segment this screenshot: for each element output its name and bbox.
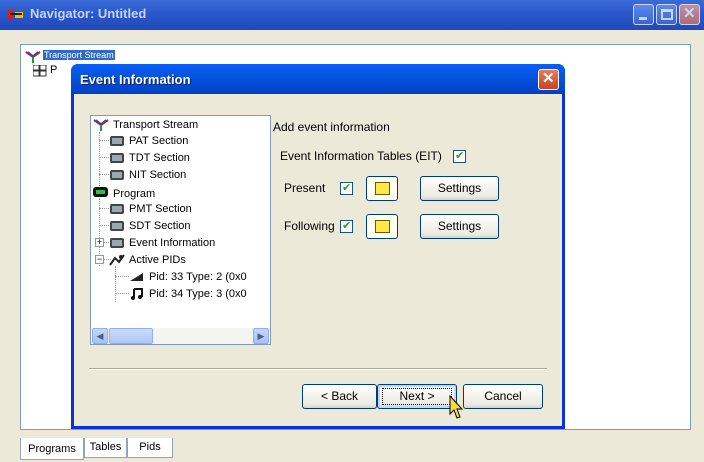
dialog-title: Event Information [80,72,191,87]
dialog-close-button[interactable]: ✕ [538,69,559,90]
scroll-thumb[interactable] [109,328,153,344]
close-icon: ✕ [683,5,696,22]
following-label: Following [284,219,335,233]
present-browse-button[interactable] [366,176,398,201]
present-label: Present [284,181,326,195]
section-icon [110,136,124,146]
next-button-label: Next > [399,389,435,403]
tree-horizontal-scrollbar[interactable]: ◀ ▶ [92,328,269,344]
stream-tree[interactable]: Transport Stream PAT Section TDT Section… [90,115,271,345]
close-button[interactable]: ✕ [679,4,700,25]
dialog-titlebar[interactable]: Event Information ✕ [71,64,565,94]
tab-tables[interactable]: Tables [84,438,127,458]
video-icon [130,273,143,281]
minimize-button[interactable] [633,4,654,25]
section-icon [110,153,124,163]
transport-stream-icon [25,51,41,63]
navigator-app-icon [8,10,23,20]
next-button[interactable]: Next > [377,384,457,409]
expand-event-information[interactable]: + [95,238,104,247]
folder-icon [375,220,390,233]
audio-icon [131,288,143,300]
tab-programs[interactable]: Programs [20,438,84,460]
dialog-separator [89,368,547,370]
tab-pids[interactable]: Pids [127,438,173,458]
scroll-right-button[interactable]: ▶ [253,328,269,344]
back-button[interactable]: < Back [302,384,377,409]
section-icon [110,221,124,231]
collapse-active-pids[interactable]: − [95,255,104,264]
main-titlebar[interactable]: Navigator: Untitled ✕ [0,0,704,30]
main-tree-child-label: P [50,64,58,76]
maximize-button[interactable] [656,4,677,25]
dialog-body: Transport Stream PAT Section TDT Section… [74,94,562,426]
eit-checkbox[interactable] [453,149,466,163]
close-icon: ✕ [542,70,555,87]
cancel-button[interactable]: Cancel [463,384,543,409]
grid-icon [33,65,47,77]
add-event-heading: Add event information [273,120,390,134]
following-browse-button[interactable] [366,214,398,239]
section-icon [110,204,124,214]
present-settings-button[interactable]: Settings [420,176,499,201]
main-tree-root-label: Transport Stream [43,50,115,60]
section-icon [110,170,124,180]
event-information-dialog: Event Information ✕ Transport Stream PAT… [71,64,565,429]
section-icon [110,238,124,248]
present-checkbox[interactable] [340,181,353,195]
mouse-cursor-icon [449,395,463,419]
pids-icon [109,254,125,266]
folder-icon [375,182,390,195]
following-settings-button[interactable]: Settings [420,214,499,239]
following-checkbox[interactable] [340,219,353,233]
program-icon [93,187,108,197]
eit-label: Event Information Tables (EIT) [280,149,442,163]
scroll-left-button[interactable]: ◀ [92,328,108,344]
window-title: Navigator: Untitled [30,6,147,21]
transport-stream-icon [93,119,109,131]
